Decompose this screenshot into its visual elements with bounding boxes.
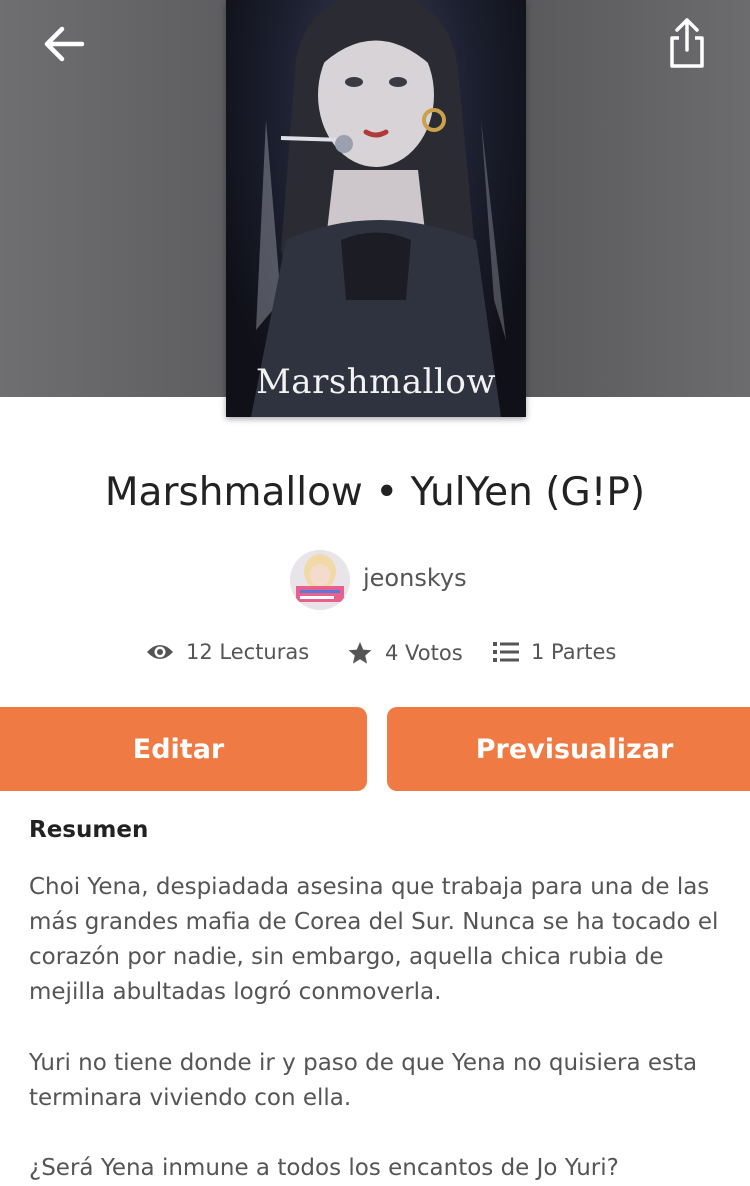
parts-stat: 1 Partes bbox=[493, 640, 616, 664]
summary-paragraph: Choi Yena, despiadada asesina que trabaj… bbox=[29, 874, 719, 1005]
author-row[interactable]: jeonskys bbox=[0, 550, 750, 610]
cover-title: Marshmallow bbox=[255, 362, 496, 402]
share-button[interactable] bbox=[660, 16, 714, 72]
star-icon bbox=[348, 642, 372, 664]
story-stats: 12 Lecturas 4 Votos 1 Partes bbox=[0, 640, 750, 680]
eye-icon bbox=[147, 645, 173, 659]
arrow-left-icon bbox=[44, 26, 85, 62]
votes-count: 4 Votos bbox=[385, 641, 463, 665]
avatar-image bbox=[290, 550, 350, 610]
avatar[interactable] bbox=[290, 550, 350, 610]
cover-artwork bbox=[251, 0, 506, 417]
share-icon bbox=[670, 18, 704, 68]
author-name[interactable]: jeonskys bbox=[363, 564, 467, 592]
preview-button[interactable]: Previsualizar bbox=[387, 707, 750, 791]
reads-count: 12 Lecturas bbox=[186, 640, 310, 664]
summary-heading: Resumen bbox=[29, 817, 149, 843]
edit-button[interactable]: Editar bbox=[0, 707, 367, 791]
parts-count: 1 Partes bbox=[531, 640, 617, 664]
reads-stat: 12 Lecturas bbox=[146, 640, 309, 664]
list-icon bbox=[493, 642, 519, 662]
story-cover: Marshmallow bbox=[226, 0, 526, 417]
story-title: Marshmallow • YulYen (G!P) bbox=[104, 470, 646, 515]
votes-stat: 4 Votos bbox=[347, 640, 463, 666]
summary-paragraph: ¿Será Yena inmune a todos los encantos d… bbox=[29, 1155, 619, 1181]
back-button[interactable] bbox=[38, 18, 92, 72]
summary-paragraph: Yuri no tiene donde ir y paso de que Yen… bbox=[29, 1050, 698, 1111]
